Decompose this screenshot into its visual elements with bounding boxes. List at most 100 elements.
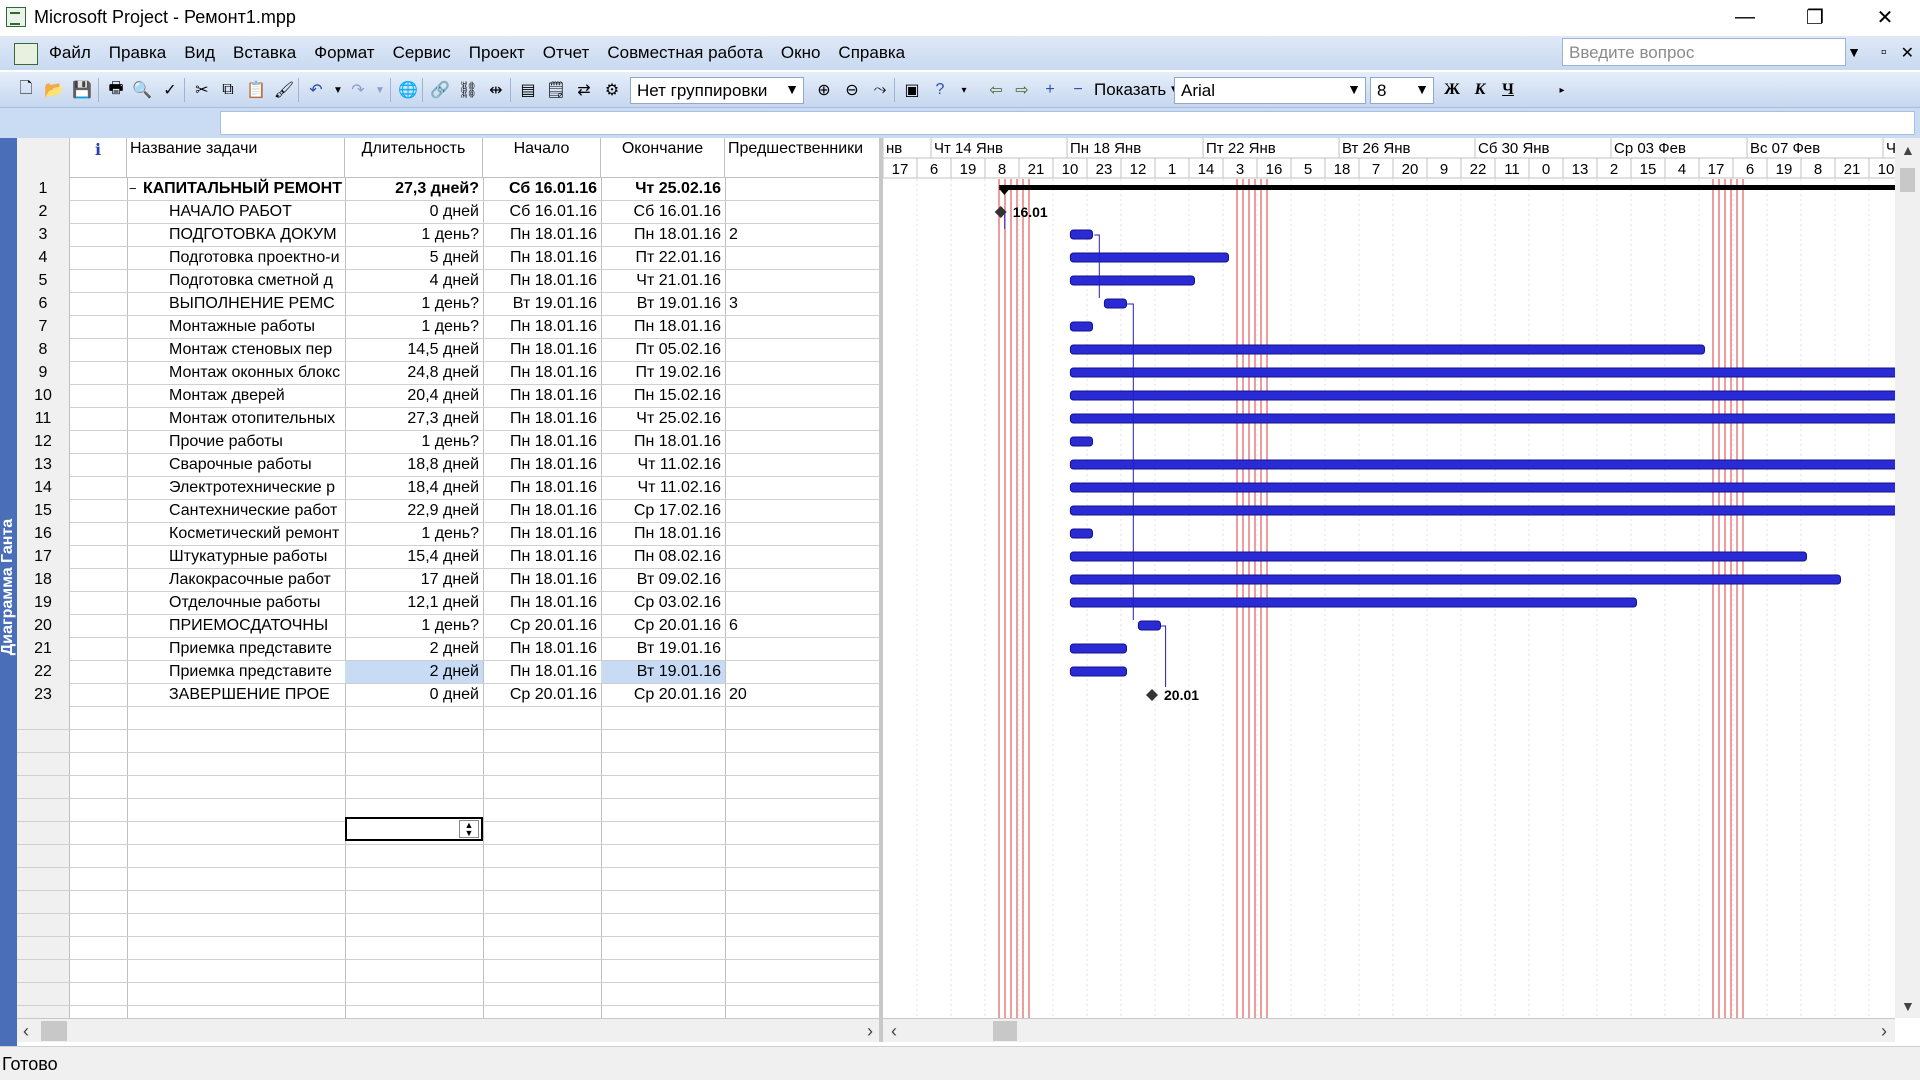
header-name[interactable]: Название задачи	[127, 138, 345, 178]
task-duration[interactable]: 24,8 дней	[345, 362, 483, 384]
restore-button[interactable]: ❐	[1780, 0, 1850, 34]
print-icon[interactable]: 🖶	[104, 78, 128, 102]
task-name[interactable]: Сантехнические работ	[127, 500, 345, 522]
scroll-up-icon[interactable]: ▲	[1901, 142, 1915, 158]
task-predecessors[interactable]	[725, 569, 879, 591]
task-finish[interactable]: Ср 03.02.16	[601, 592, 725, 614]
arrow-left-icon[interactable]: ⇦	[984, 78, 1008, 102]
task-id[interactable]: 20	[17, 615, 70, 638]
task-id[interactable]: 14	[17, 477, 70, 500]
task-id[interactable]: 10	[17, 385, 70, 408]
font-select[interactable]: Arial ▼	[1174, 77, 1366, 104]
empty-row[interactable]	[17, 891, 879, 914]
task-predecessors[interactable]	[725, 385, 879, 407]
task-start[interactable]: Сб 16.01.16	[483, 201, 601, 223]
table-row[interactable]: 3 ПОДГОТОВКА ДОКУМ 1 день? Пн 18.01.16 Пн 18…	[17, 224, 879, 247]
table-row[interactable]: 7 Монтажные работы 1 день? Пн 18.01.16 Пн 18…	[17, 316, 879, 339]
menu-format[interactable]: Формат	[305, 43, 383, 63]
empty-row[interactable]	[17, 937, 879, 960]
gantt-horizontal-scrollbar[interactable]: ‹ ›	[883, 1018, 1895, 1042]
task-id[interactable]: 5	[17, 270, 70, 293]
task-name[interactable]: Электротехнические р	[127, 477, 345, 499]
task-finish[interactable]: Чт 25.02.16	[601, 178, 725, 200]
task-start[interactable]: Пн 18.01.16	[483, 339, 601, 361]
table-row[interactable]: 6 ВЫПОЛНЕНИЕ РЕМС 1 день? Вт 19.01.16 Вт 19.…	[17, 293, 879, 316]
bold-button[interactable]: Ж	[1440, 78, 1464, 102]
task-id[interactable]: 15	[17, 500, 70, 523]
task-start[interactable]: Сб 16.01.16	[483, 178, 601, 200]
task-predecessors[interactable]	[725, 201, 879, 223]
menu-insert[interactable]: Вставка	[224, 43, 305, 63]
task-predecessors[interactable]	[725, 247, 879, 269]
task-predecessors[interactable]	[725, 477, 879, 499]
task-finish[interactable]: Пн 08.02.16	[601, 546, 725, 568]
task-id[interactable]: 9	[17, 362, 70, 385]
split-task-icon[interactable]: ⇹	[484, 78, 508, 102]
task-finish[interactable]: Сб 16.01.16	[601, 201, 725, 223]
menu-view[interactable]: Вид	[175, 43, 224, 63]
task-predecessors[interactable]: 20	[725, 684, 879, 706]
task-start[interactable]: Пн 18.01.16	[483, 408, 601, 430]
task-id[interactable]: 12	[17, 431, 70, 454]
save-icon[interactable]: 💾	[70, 78, 94, 102]
task-name[interactable]: ЗАВЕРШЕНИЕ ПРОЕ	[127, 684, 345, 706]
task-predecessors[interactable]	[725, 316, 879, 338]
header-duration[interactable]: Длительность	[345, 138, 483, 178]
arrow-right-icon[interactable]: ⇨	[1010, 78, 1034, 102]
zoom-in-icon[interactable]: ⊕	[812, 78, 836, 102]
task-name[interactable]: НАЧАЛО РАБОТ	[127, 201, 345, 223]
task-start[interactable]: Пн 18.01.16	[483, 569, 601, 591]
task-finish[interactable]: Пт 05.02.16	[601, 339, 725, 361]
task-start[interactable]: Пн 18.01.16	[483, 454, 601, 476]
task-finish[interactable]: Пт 19.02.16	[601, 362, 725, 384]
task-finish[interactable]: Вт 09.02.16	[601, 569, 725, 591]
menu-edit[interactable]: Правка	[100, 43, 175, 63]
task-name[interactable]: Прочие работы	[127, 431, 345, 453]
show-outline-button[interactable]: Показать ▾	[1094, 80, 1180, 100]
task-duration[interactable]: 1 день?	[345, 293, 483, 315]
task-finish[interactable]: Пт 22.01.16	[601, 247, 725, 269]
task-start[interactable]: Пн 18.01.16	[483, 247, 601, 269]
open-icon[interactable]: 📂	[42, 78, 66, 102]
mdi-close-button[interactable]: ✕	[1901, 43, 1914, 63]
italic-button[interactable]: К	[1468, 78, 1492, 102]
help-icon[interactable]: ?	[928, 78, 952, 102]
task-duration[interactable]: 27,3 дней?	[345, 178, 483, 200]
gantt-vertical-scrollbar[interactable]: ▲ ▼	[1895, 138, 1920, 1018]
task-start[interactable]: Пн 18.01.16	[483, 500, 601, 522]
menu-report[interactable]: Отчет	[534, 43, 599, 63]
table-row[interactable]: 18 Лакокрасочные работ 17 дней Пн 18.01.16 В…	[17, 569, 879, 592]
task-duration[interactable]: 15,4 дней	[345, 546, 483, 568]
gantt-chart[interactable]: нв Чт 14 Янв Пн 18 Янв Пт 22 Янв Вт 26 Янв Сб…	[883, 138, 1895, 1018]
task-id[interactable]: 1	[17, 178, 70, 201]
publish-icon[interactable]: ⚙	[600, 78, 624, 102]
task-finish[interactable]: Чт 25.02.16	[601, 408, 725, 430]
redo-icon[interactable]: ↷	[346, 78, 370, 102]
empty-row[interactable]	[17, 776, 879, 799]
task-finish[interactable]: Чт 11.02.16	[601, 477, 725, 499]
task-id[interactable]: 3	[17, 224, 70, 247]
header-predecessors[interactable]: Предшественники	[725, 138, 879, 178]
copy-picture-icon[interactable]: ▣	[900, 78, 924, 102]
task-predecessors[interactable]: 6	[725, 615, 879, 637]
task-predecessors[interactable]	[725, 500, 879, 522]
task-duration[interactable]: 0 дней	[345, 201, 483, 223]
task-predecessors[interactable]	[725, 362, 879, 384]
task-finish[interactable]: Чт 21.01.16	[601, 270, 725, 292]
task-name[interactable]: Монтаж отопительных	[127, 408, 345, 430]
task-finish[interactable]: Ср 20.01.16	[601, 684, 725, 706]
scroll-left-icon[interactable]: ‹	[23, 1021, 29, 1042]
task-duration[interactable]: 14,5 дней	[345, 339, 483, 361]
entry-input[interactable]	[220, 111, 1915, 135]
task-name[interactable]: Приемка представите	[127, 661, 345, 683]
grouping-select[interactable]: Нет группировки ▼	[630, 77, 804, 104]
task-name[interactable]: Монтаж оконных блокс	[127, 362, 345, 384]
print-preview-icon[interactable]: 🔍	[130, 78, 154, 102]
help-question-input[interactable]: Введите вопрос	[1562, 38, 1846, 66]
table-row[interactable]: 15 Сантехнические работ 22,9 дней Пн 18.01.…	[17, 500, 879, 523]
empty-row[interactable]	[17, 960, 879, 983]
menu-tools[interactable]: Сервис	[384, 43, 460, 63]
task-name[interactable]: ВЫПОЛНЕНИЕ РЕМС	[127, 293, 345, 315]
task-info-icon[interactable]: ▤	[516, 78, 540, 102]
mdi-restore-button[interactable]: ▫	[1881, 44, 1887, 62]
